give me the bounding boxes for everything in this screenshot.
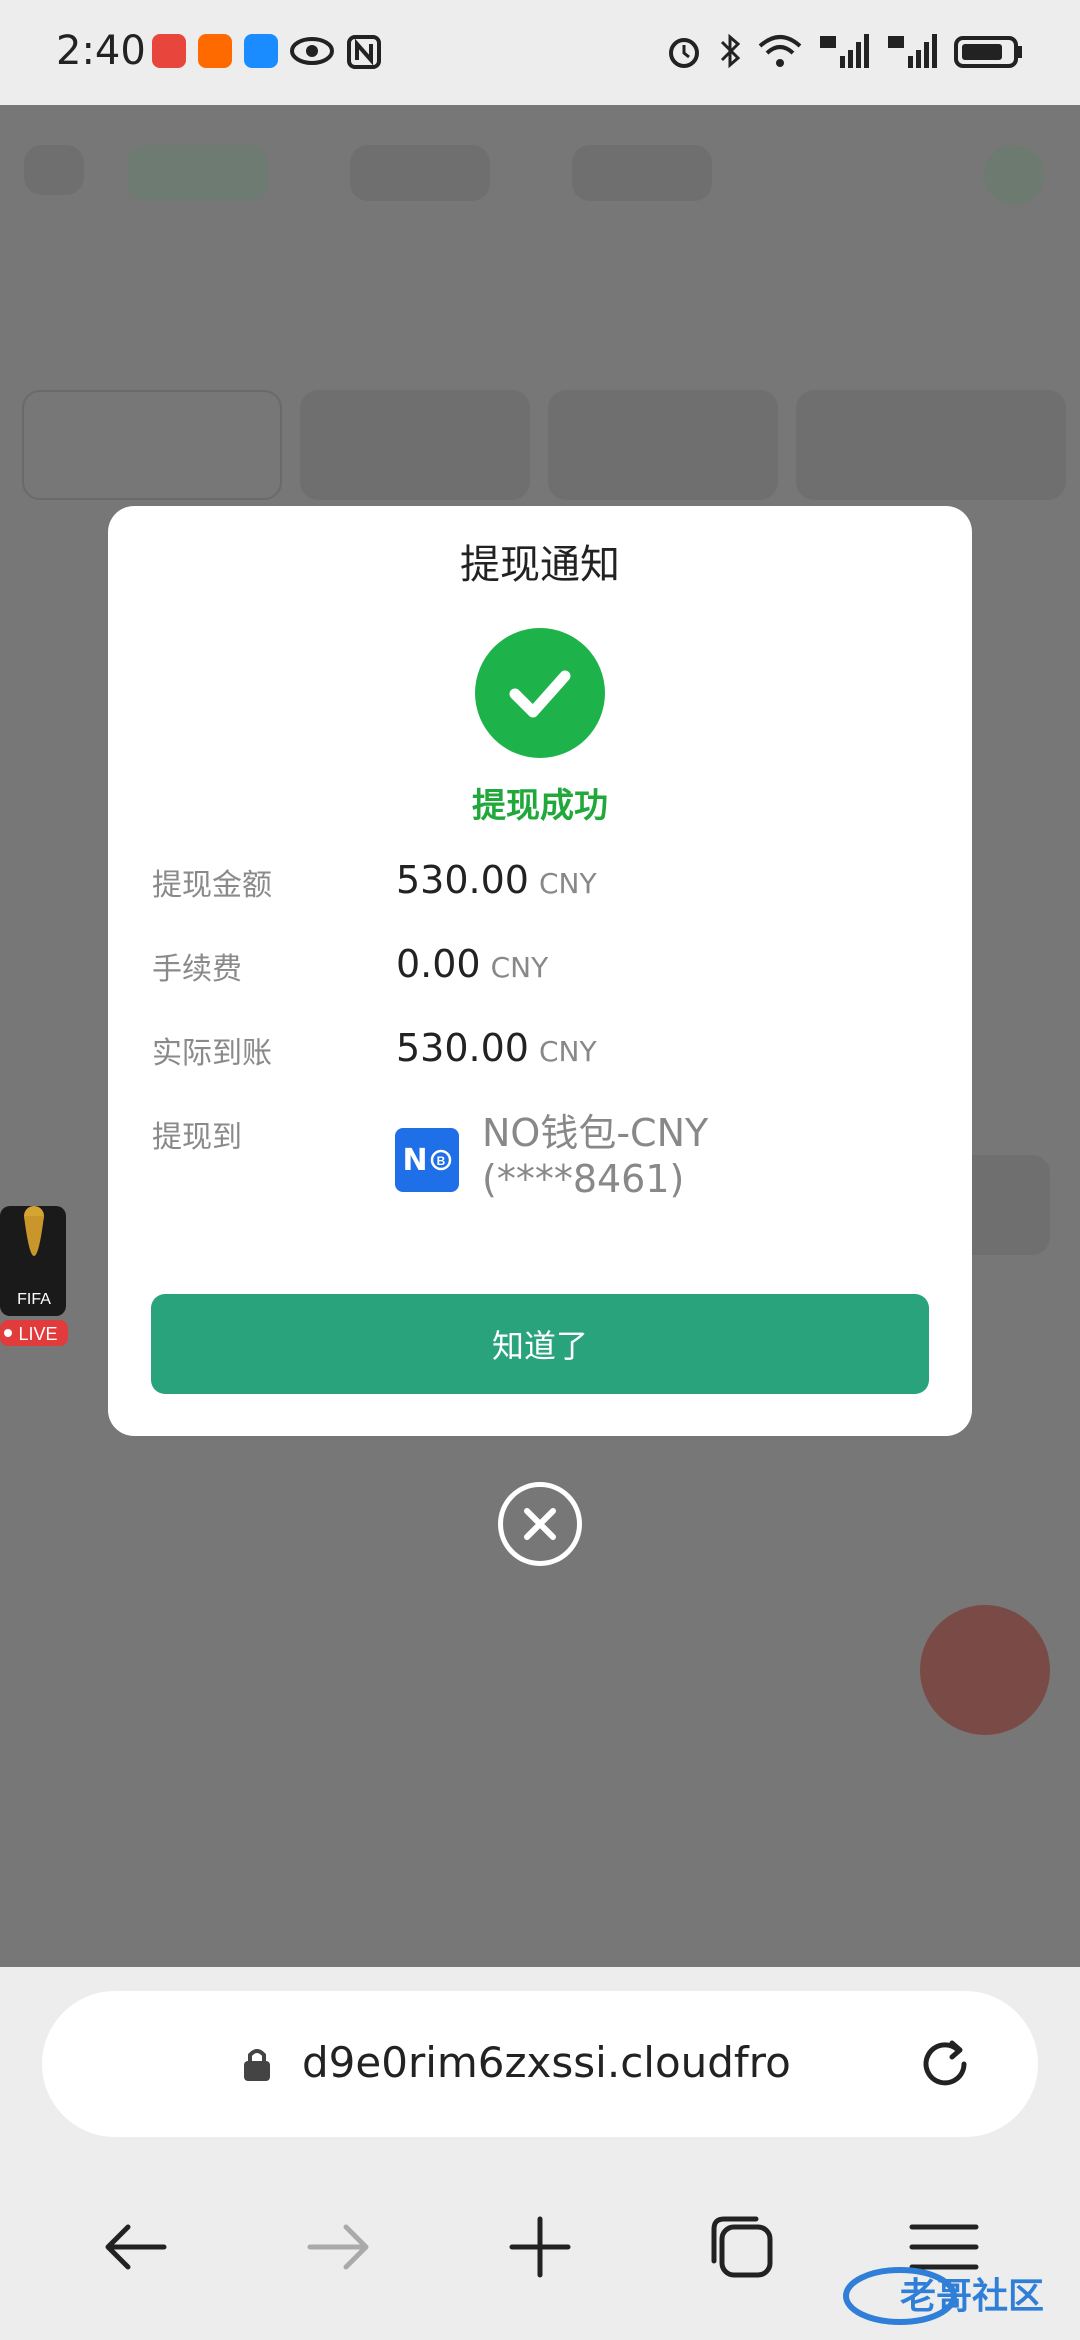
tabs-icon[interactable]	[702, 2207, 782, 2287]
received-value: 530.00 CNY	[396, 1026, 597, 1070]
message-app-icon	[244, 34, 278, 68]
confirm-button[interactable]: 知道了	[151, 1294, 929, 1394]
shop-app-icon	[198, 34, 232, 68]
close-dialog-button[interactable]	[498, 1482, 582, 1566]
signal-5g-icon	[888, 34, 937, 68]
tab-active	[128, 145, 268, 201]
wallet-logo-icon: NB	[395, 1128, 459, 1192]
tab-placeholder	[350, 145, 490, 201]
live-text: LIVE	[18, 1324, 57, 1344]
svg-text:B: B	[436, 1154, 445, 1168]
avatar	[984, 145, 1044, 205]
watermark-text: 老哥社区	[900, 2276, 1044, 2317]
fifa-text: FIFA	[17, 1291, 51, 1308]
fee-label: 手续费	[152, 952, 242, 987]
menu-icon	[24, 145, 84, 195]
withdrawal-notice-dialog: 提现通知 提现成功 提现金额 530.00 CNY 手续费 0.00 CNY 实际到…	[108, 506, 972, 1436]
eye-icon	[290, 37, 334, 65]
success-check-icon	[475, 628, 605, 758]
new-tab-plus-icon[interactable]	[500, 2207, 580, 2287]
notification-icons	[152, 34, 382, 70]
nfc-icon	[347, 35, 381, 69]
segment-card	[548, 390, 778, 500]
alarm-icon	[669, 38, 699, 68]
tab-placeholder	[572, 145, 712, 201]
currency-unit: CNY	[538, 867, 597, 900]
status-bar: 2:40	[0, 0, 1080, 105]
fee-value: 0.00 CNY	[396, 942, 549, 986]
close-icon	[524, 1508, 556, 1540]
bluetooth-icon	[720, 33, 741, 69]
segment-card	[796, 390, 1066, 500]
signal-4g-icon	[820, 34, 869, 68]
url-text[interactable]: d9e0rim6zxssi.cloudfro	[302, 2033, 850, 2093]
reload-icon[interactable]	[912, 2031, 978, 2097]
segment-card	[300, 390, 530, 500]
success-text: 提现成功	[472, 786, 608, 826]
address-bar[interactable]: d9e0rim6zxssi.cloudfro	[42, 1991, 1038, 2137]
amount-label: 提现金额	[152, 868, 272, 903]
destination-label: 提现到	[152, 1120, 242, 1155]
amount-value: 530.00 CNY	[396, 858, 597, 902]
watermark-logo: 老哥社区	[843, 2267, 1044, 2325]
battery-icon	[954, 36, 1022, 68]
lock-icon	[244, 2049, 270, 2081]
status-time: 2:40	[56, 28, 146, 74]
dialog-title: 提现通知	[460, 542, 620, 588]
currency-unit: CNY	[490, 951, 549, 984]
book-app-icon	[152, 34, 186, 68]
currency-unit: CNY	[538, 1035, 597, 1068]
received-label: 实际到账	[152, 1036, 272, 1071]
wallet-name: NO钱包-CNY (****8461)	[482, 1111, 709, 1201]
back-arrow-icon[interactable]	[96, 2207, 176, 2287]
wifi-icon	[758, 35, 802, 67]
system-icons	[666, 32, 1024, 70]
forward-arrow-icon[interactable]	[298, 2207, 378, 2287]
fifa-live-badge[interactable]: FIFA LIVE	[0, 1176, 70, 1352]
segment-card	[22, 390, 282, 500]
gift-icon	[920, 1605, 1050, 1735]
